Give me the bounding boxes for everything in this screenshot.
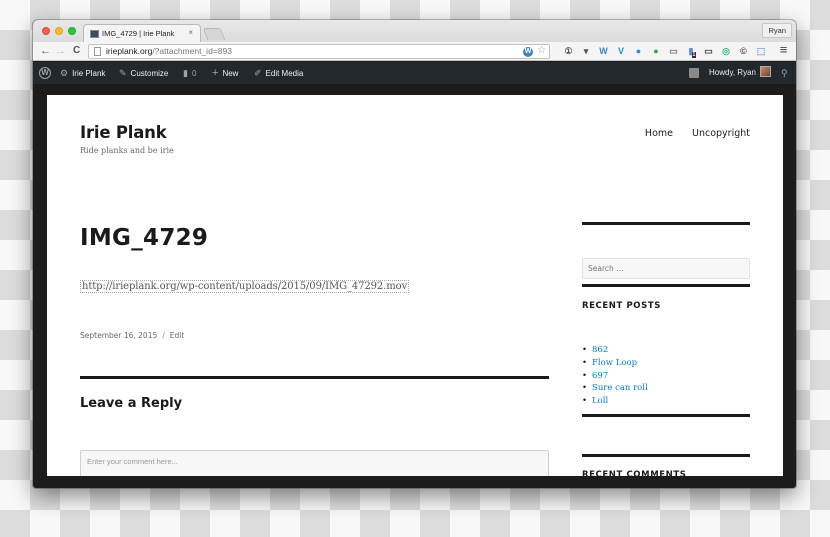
wordpress-logo-icon[interactable]: W bbox=[39, 67, 51, 79]
minimize-window-button[interactable] bbox=[55, 27, 63, 35]
recent-post-link[interactable]: 697 bbox=[592, 371, 608, 381]
admin-bar-site-name[interactable]: ⚙ Irie Plank bbox=[60, 62, 105, 84]
onepassword-icon[interactable]: ① bbox=[563, 46, 574, 57]
recent-post-link[interactable]: Loll bbox=[592, 396, 608, 406]
tab-strip: IMG_4729 | Irie Plank × Ryan bbox=[33, 20, 796, 43]
url-text[interactable]: irieplank.org/?attachment_id=893 bbox=[106, 46, 232, 56]
main-navigation: Home Uncopyright bbox=[629, 128, 750, 139]
copyright-icon[interactable]: © bbox=[738, 46, 749, 57]
reply-title: Leave a Reply bbox=[80, 396, 183, 411]
page-content: Irie Plank Ride planks and be irie Home … bbox=[47, 95, 783, 476]
evernote-icon[interactable]: ● bbox=[651, 46, 662, 57]
chrome-menu-icon[interactable]: ≡ bbox=[778, 43, 789, 56]
brush-icon: ✎ bbox=[119, 68, 127, 78]
fullscreen-icon[interactable]: ⬚ bbox=[756, 46, 767, 57]
profile-button[interactable]: Ryan bbox=[762, 23, 792, 38]
page-icon bbox=[94, 47, 101, 56]
bookmark-star-icon[interactable]: ☆ bbox=[537, 45, 546, 56]
tab-title: IMG_4729 | Irie Plank bbox=[102, 29, 175, 38]
site-title[interactable]: Irie Plank bbox=[80, 123, 167, 142]
comments-count: 0 bbox=[191, 69, 197, 78]
howdy-label: Howdy, Ryan bbox=[709, 68, 756, 77]
edit-media-label: Edit Media bbox=[265, 69, 304, 78]
plus-icon: + bbox=[212, 67, 219, 79]
meta-separator: / bbox=[162, 331, 165, 340]
pencil-icon: ✐ bbox=[254, 68, 262, 78]
entry-meta: September 16, 2015 / Edit bbox=[80, 331, 184, 340]
admin-bar-customize[interactable]: ✎ Customize bbox=[119, 62, 168, 84]
recent-posts-title: RECENT POSTS bbox=[582, 301, 661, 311]
url-host: irieplank.org bbox=[106, 46, 153, 56]
url-path: /?attachment_id=893 bbox=[152, 46, 232, 56]
notification-icon[interactable] bbox=[689, 68, 699, 78]
avatar bbox=[759, 66, 771, 77]
site-name-label: Irie Plank bbox=[72, 69, 106, 78]
wp-admin-bar: W ⚙ Irie Plank ✎ Customize ▮ 0 + New ✐ Edit M… bbox=[33, 62, 796, 84]
cast-icon[interactable]: ▭ bbox=[668, 46, 679, 57]
admin-bar-comments[interactable]: ▮ 0 bbox=[183, 62, 196, 84]
attachment-link[interactable]: http://irieplank.org/wp-content/uploads/… bbox=[80, 280, 410, 293]
admin-bar-my-account[interactable]: Howdy, Ryan bbox=[709, 62, 771, 84]
list-item: Flow Loop bbox=[582, 357, 648, 370]
entry-date[interactable]: September 16, 2015 bbox=[80, 331, 157, 340]
widget-divider bbox=[582, 414, 750, 417]
new-tab-button[interactable] bbox=[202, 28, 226, 40]
search-icon[interactable]: ⚲ bbox=[781, 62, 788, 84]
close-window-button[interactable] bbox=[42, 27, 50, 35]
pocket-icon[interactable]: ▾ bbox=[581, 46, 592, 57]
wordpress-icon[interactable]: W bbox=[523, 47, 533, 57]
recent-post-link[interactable]: Sure can roll bbox=[592, 383, 648, 393]
recent-posts-list: 862 Flow Loop 697 Sure can roll Loll bbox=[582, 344, 648, 408]
comment-textarea[interactable]: Enter your comment here... bbox=[80, 450, 549, 476]
list-item: 697 bbox=[582, 370, 648, 383]
recent-post-link[interactable]: 862 bbox=[592, 345, 608, 355]
back-arrow-icon[interactable]: ← bbox=[40, 44, 51, 58]
edit-link[interactable]: Edit bbox=[170, 331, 185, 340]
browser-window: IMG_4729 | Irie Plank × Ryan ← → C iriep… bbox=[33, 20, 796, 488]
browser-toolbar: ← → C irieplank.org/?attachment_id=893 W… bbox=[33, 42, 796, 61]
tab-close-icon[interactable]: × bbox=[188, 28, 193, 37]
recent-post-link[interactable]: Flow Loop bbox=[592, 358, 637, 368]
extension-badge: 1 bbox=[691, 52, 697, 58]
widget-divider bbox=[582, 222, 750, 225]
admin-bar-edit-media[interactable]: ✐ Edit Media bbox=[254, 62, 303, 84]
wordpress-icon[interactable]: W bbox=[598, 46, 609, 57]
vimeo-icon[interactable]: V bbox=[616, 46, 627, 57]
grammarly-icon[interactable]: ◎ bbox=[721, 46, 732, 57]
site-description: Ride planks and be irie bbox=[80, 146, 174, 155]
recent-comments-title: RECENT COMMENTS bbox=[582, 470, 687, 476]
comments-divider bbox=[80, 376, 549, 379]
widget-divider bbox=[582, 284, 750, 287]
nav-item-home[interactable]: Home bbox=[645, 128, 673, 139]
list-item: Sure can roll bbox=[582, 382, 648, 395]
address-bar[interactable]: irieplank.org/?attachment_id=893 W ☆ bbox=[88, 44, 550, 59]
entry-title: IMG_4729 bbox=[80, 225, 209, 251]
widget-divider bbox=[582, 454, 750, 457]
globe-icon[interactable]: ● bbox=[633, 46, 644, 57]
nav-item-uncopyright[interactable]: Uncopyright bbox=[692, 128, 750, 139]
new-label: New bbox=[222, 69, 239, 78]
comment-bubble-icon: ▮ bbox=[183, 68, 188, 78]
tab-favicon-icon bbox=[90, 30, 99, 38]
badge-extension-icon[interactable]: ▮ 1 bbox=[686, 46, 697, 58]
reload-icon[interactable]: C bbox=[73, 44, 80, 58]
zoom-window-button[interactable] bbox=[68, 27, 76, 35]
forward-arrow-icon[interactable]: → bbox=[55, 44, 66, 58]
customize-label: Customize bbox=[130, 69, 169, 78]
list-item: Loll bbox=[582, 395, 648, 408]
dashboard-icon: ⚙ bbox=[60, 68, 69, 78]
search-input[interactable]: Search … bbox=[582, 258, 750, 279]
admin-bar-new[interactable]: + New bbox=[212, 62, 238, 84]
list-item: 862 bbox=[582, 344, 648, 357]
browser-tab-active[interactable]: IMG_4729 | Irie Plank × bbox=[83, 24, 201, 43]
screen-share-icon[interactable]: ▭ bbox=[703, 46, 714, 57]
